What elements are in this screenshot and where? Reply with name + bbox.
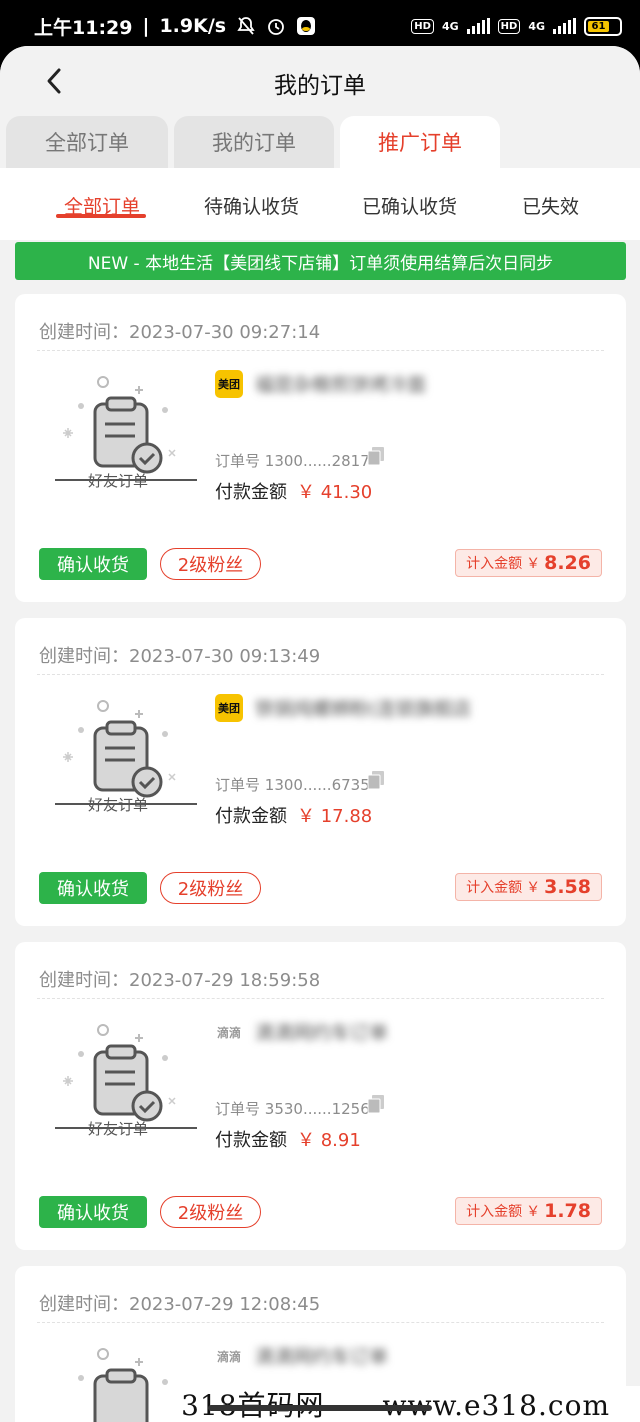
sub-tabs: 全部订单 待确认收货 已确认收货 已失效 <box>0 168 640 240</box>
active-subtab-indicator <box>56 214 146 218</box>
shop-name: 福昆杂粮煎饼烤冷面 <box>255 374 427 396</box>
status-bar: 上午11:29 | 1.9K/s HD 4G HD 4G 61 <box>0 0 640 52</box>
created-time: 创建时间：2023-07-30 09:13:49 <box>39 646 321 667</box>
friend-order-label: 好友订单 <box>87 472 148 490</box>
battery-icon: 61 <box>584 16 622 36</box>
pay-amount: ￥ 41.30 <box>297 482 373 503</box>
didi-logo: 滴滴 <box>215 1018 243 1046</box>
shop-name: 滴滴网约车订单 <box>255 1022 389 1044</box>
order-card: 创建时间：2023-07-30 09:27:14 好友订单 美团 福昆杂粮煎饼烤… <box>15 294 626 602</box>
subtab-confirmed-receipt[interactable]: 已确认收货 <box>362 192 457 219</box>
divider <box>37 350 604 351</box>
pay-label: 付款金额 <box>215 1130 287 1151</box>
nav-header: 我的订单 <box>0 46 640 116</box>
status-separator: | <box>142 15 150 37</box>
app-container: 我的订单 全部订单 我的订单 推广订单 全部订单 待确认收货 已确认收货 已失效… <box>0 46 640 1422</box>
confirm-receipt-button[interactable]: 确认收货 <box>39 1196 147 1228</box>
top-tabs: 全部订单 我的订单 推广订单 <box>0 116 640 168</box>
tab-all-orders[interactable]: 全部订单 <box>6 116 168 168</box>
fans-level-badge: 2级粉丝 <box>160 1196 261 1228</box>
page-title: 我的订单 <box>274 73 366 99</box>
commission-badge: 计入金额 ￥ 3.58 <box>455 873 602 901</box>
qq-icon <box>297 17 316 35</box>
confirm-receipt-button[interactable]: 确认收货 <box>39 872 147 904</box>
shop-name: 滴滴网约车订单 <box>255 1346 389 1368</box>
created-time: 创建时间：2023-07-30 09:27:14 <box>39 322 321 343</box>
home-indicator[interactable] <box>208 1405 432 1411</box>
confirm-receipt-button[interactable]: 确认收货 <box>39 548 147 580</box>
order-card: 创建时间：2023-07-29 18:59:58 好友订单 滴滴 滴滴网约车订单… <box>15 942 626 1250</box>
signal-icon <box>466 18 490 34</box>
divider <box>37 1322 604 1323</box>
hd-badge-2: HD <box>497 18 521 34</box>
alarm-icon <box>268 19 284 35</box>
divider <box>37 998 604 999</box>
network-label-2: 4G <box>528 19 545 33</box>
order-number: 订单号 3530......1256 <box>215 1100 370 1118</box>
pay-label: 付款金额 <box>215 482 287 503</box>
fans-level-badge: 2级粉丝 <box>160 872 261 904</box>
meituan-logo: 美团 <box>215 370 243 398</box>
copy-icon[interactable] <box>367 770 385 790</box>
subtab-invalid[interactable]: 已失效 <box>522 192 579 219</box>
signal-icon-2 <box>553 18 576 34</box>
subtab-pending-receipt[interactable]: 待确认收货 <box>204 192 299 219</box>
shop-name: 铁锅炖螺蛳粉(连锁旗舰店 <box>255 698 472 720</box>
notice-banner: NEW - 本地生活【美团线下店铺】订单须使用结算后次日同步 <box>15 242 626 280</box>
divider <box>37 674 604 675</box>
friend-order-label: 好友订单 <box>87 1120 148 1138</box>
copy-icon[interactable] <box>367 446 385 466</box>
pay-amount: ￥ 8.91 <box>297 1130 361 1151</box>
created-time: 创建时间：2023-07-29 12:08:45 <box>39 1294 321 1315</box>
hd-badge: HD <box>411 18 434 34</box>
order-number: 订单号 1300......2817 <box>215 452 370 470</box>
pay-amount: ￥ 17.88 <box>297 806 373 827</box>
order-number: 订单号 1300......6735 <box>215 776 370 794</box>
tab-my-orders[interactable]: 我的订单 <box>174 116 334 168</box>
order-card: 创建时间：2023-07-30 09:13:49 好友订单 美团 铁锅炖螺蛳粉(… <box>15 618 626 926</box>
commission-badge: 计入金额 ￥ 1.78 <box>455 1197 602 1225</box>
mute-bell-icon <box>237 17 255 35</box>
commission-badge: 计入金额 ￥ 8.26 <box>455 549 602 577</box>
didi-logo: 滴滴 <box>215 1342 243 1370</box>
copy-icon[interactable] <box>367 1094 385 1114</box>
created-time: 创建时间：2023-07-29 18:59:58 <box>39 970 321 991</box>
watermark-text: 318首码网——www.e318.com <box>181 1384 610 1422</box>
status-speed: 1.9K/s <box>159 15 227 37</box>
network-label: 4G <box>441 19 459 33</box>
fans-level-badge: 2级粉丝 <box>160 548 261 580</box>
meituan-logo: 美团 <box>215 694 243 722</box>
friend-order-label: 好友订单 <box>87 796 148 814</box>
clipboard-check-icon <box>78 1348 168 1422</box>
tab-promo-orders[interactable]: 推广订单 <box>340 116 500 168</box>
status-time: 上午11:29 <box>34 16 133 39</box>
pay-label: 付款金额 <box>215 806 287 827</box>
